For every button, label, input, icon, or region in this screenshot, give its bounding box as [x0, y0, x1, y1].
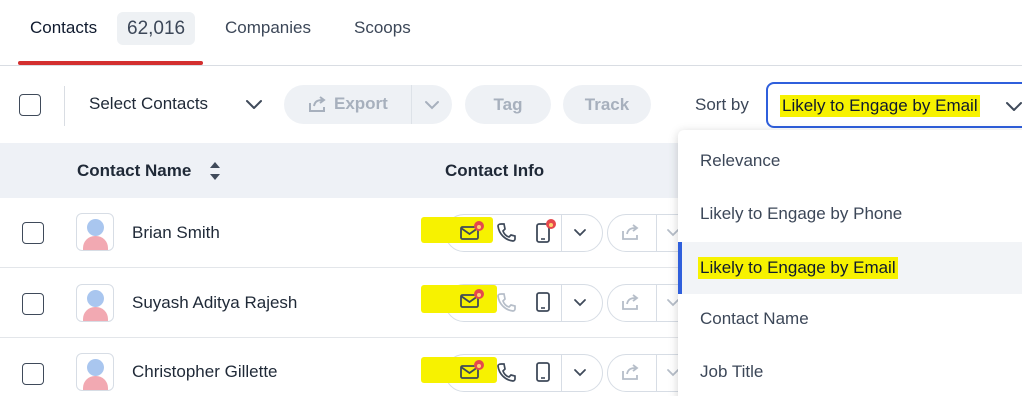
contact-info-chevron-down-icon[interactable]: [573, 228, 587, 238]
mobile-icon[interactable]: [534, 288, 560, 314]
select-all-checkbox[interactable]: [19, 94, 41, 116]
sort-toggle-icon[interactable]: [208, 160, 222, 182]
active-tab-indicator: [18, 61, 203, 65]
sort-option-contact-name[interactable]: Contact Name: [678, 294, 1022, 346]
export-button[interactable]: Export: [284, 85, 452, 124]
contact-info-chevron-down-icon[interactable]: [573, 368, 587, 378]
sort-option-label: Relevance: [700, 151, 781, 170]
export-chevron-down-icon[interactable]: [424, 99, 440, 111]
avatar: [76, 213, 114, 251]
export-icon: [309, 96, 326, 112]
row-checkbox[interactable]: [22, 222, 44, 244]
sort-option-engage-email[interactable]: Likely to Engage by Email: [678, 242, 1022, 294]
select-contacts-label[interactable]: Select Contacts: [89, 94, 208, 114]
row-checkbox[interactable]: [22, 363, 44, 385]
sort-option-label: Likely to Engage by Email: [698, 257, 898, 279]
avatar: [76, 353, 114, 391]
toolbar-divider: [64, 86, 65, 126]
sort-by-label: Sort by: [695, 95, 749, 114]
sort-option-engage-phone[interactable]: Likely to Engage by Phone: [678, 189, 1022, 241]
sort-option-label: Job Title: [700, 362, 764, 381]
phone-icon[interactable]: [496, 361, 516, 383]
contact-name[interactable]: Brian Smith: [132, 223, 220, 243]
tab-bar: Contacts 62,016 Companies Scoops: [0, 0, 1022, 66]
selected-option-indicator: [678, 242, 682, 294]
avatar: [76, 284, 114, 322]
sort-dropdown-menu: Relevance Likely to Engage by Phone Like…: [678, 130, 1022, 396]
email-hot-icon[interactable]: [459, 359, 487, 381]
tag-button[interactable]: Tag: [465, 85, 551, 124]
sort-chevron-down-icon[interactable]: [1004, 100, 1022, 114]
sort-option-label: Contact Name: [700, 309, 809, 328]
tab-contacts[interactable]: Contacts: [30, 18, 97, 38]
sort-option-label: Likely to Engage by Phone: [700, 204, 903, 223]
sort-option-job-title[interactable]: Job Title: [678, 347, 1022, 396]
contact-name[interactable]: Suyash Aditya Rajesh: [132, 293, 297, 313]
phone-icon[interactable]: [496, 221, 516, 243]
sort-option-relevance[interactable]: Relevance: [678, 136, 1022, 188]
mobile-icon[interactable]: [534, 358, 560, 384]
column-header-contact-name[interactable]: Contact Name: [77, 161, 191, 181]
contact-name[interactable]: Christopher Gillette: [132, 362, 278, 382]
contacts-count-badge: 62,016: [117, 12, 196, 45]
column-header-contact-info: Contact Info: [445, 161, 545, 180]
sort-select[interactable]: Likely to Engage by Email: [766, 82, 1022, 128]
sort-selected-value: Likely to Engage by Email: [780, 95, 980, 117]
export-label: Export: [334, 94, 388, 113]
phone-icon[interactable]: [496, 291, 516, 313]
row-export-icon[interactable]: [620, 292, 642, 312]
row-checkbox[interactable]: [22, 293, 44, 315]
select-contacts-chevron-down-icon[interactable]: [244, 98, 264, 112]
contact-info-chevron-down-icon[interactable]: [573, 298, 587, 308]
export-split-divider: [411, 85, 412, 124]
tab-scoops[interactable]: Scoops: [354, 18, 411, 38]
row-export-icon[interactable]: [620, 362, 642, 382]
track-button[interactable]: Track: [563, 85, 651, 124]
row-export-icon[interactable]: [620, 222, 642, 242]
email-hot-icon[interactable]: [459, 288, 487, 310]
mobile-hot-icon[interactable]: [534, 218, 560, 244]
tab-companies[interactable]: Companies: [225, 18, 311, 38]
email-hot-icon[interactable]: [459, 220, 487, 242]
